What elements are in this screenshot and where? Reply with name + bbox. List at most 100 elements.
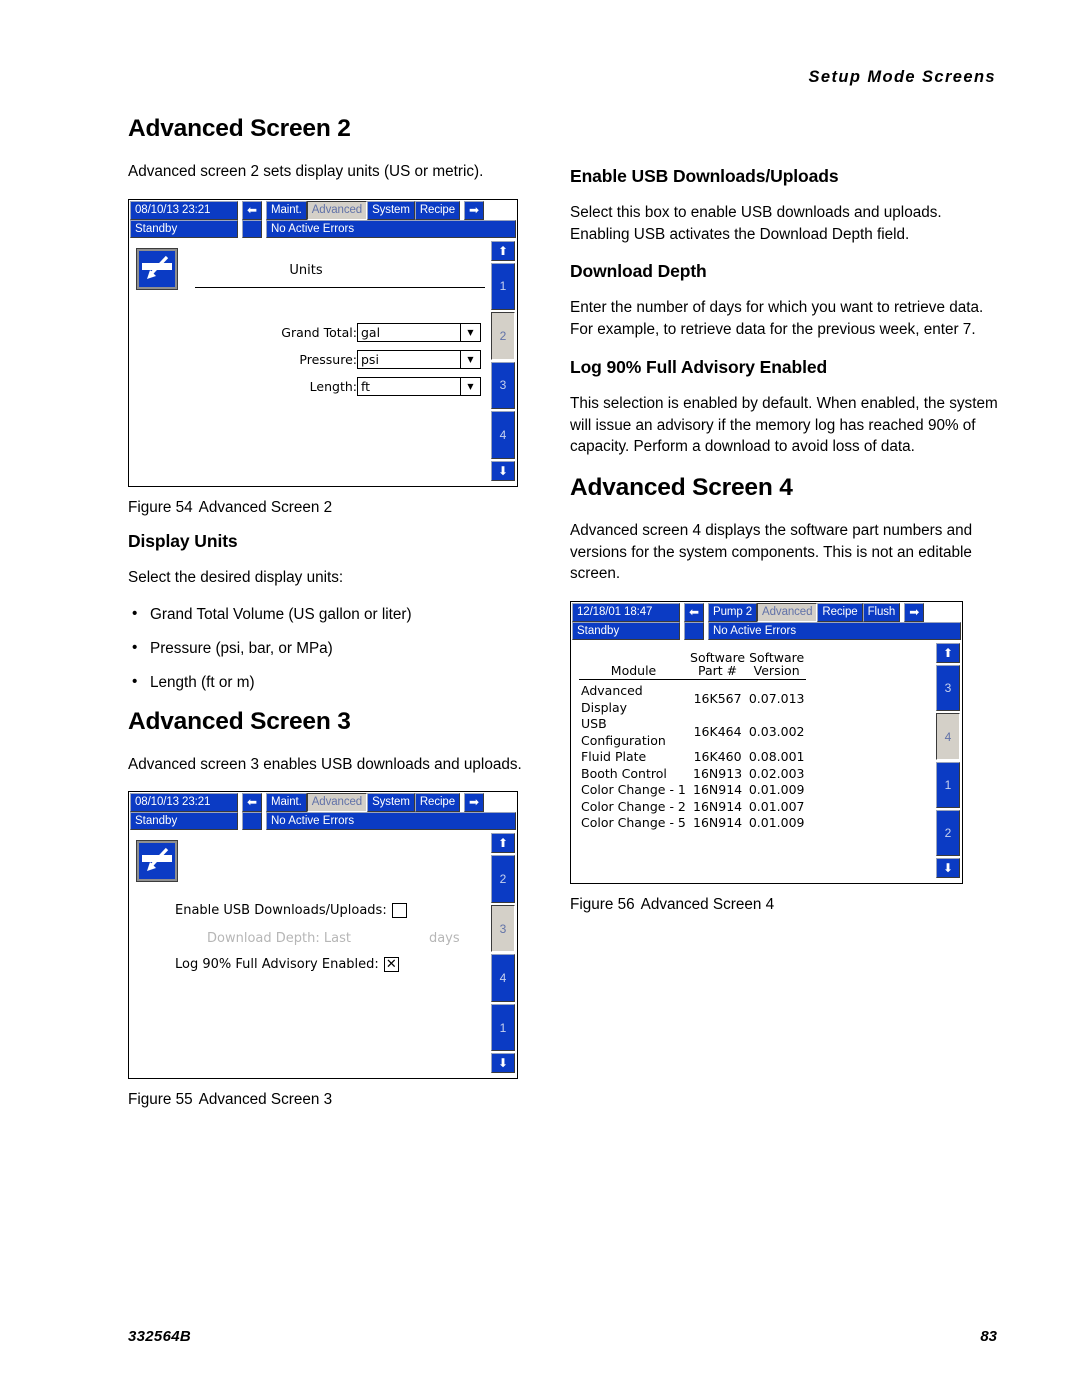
chevron-down-icon[interactable]: ▼	[460, 323, 480, 341]
tab-maint[interactable]: Maint.	[266, 200, 307, 220]
hmi-screen-advanced-3[interactable]: 08/10/13 23:21 ⬅ Maint. Advanced System …	[128, 791, 518, 1080]
cell-module: Color Change - 2	[581, 798, 686, 814]
figure-55-caption: Figure 55 Advanced Screen 3	[128, 1091, 548, 1109]
dropdown-grand-total[interactable]: gal ▼	[357, 322, 481, 342]
cell-version: 0.02.003	[748, 765, 805, 781]
edit-pencil-icon	[136, 840, 178, 883]
rail-page-1[interactable]: 1	[936, 761, 960, 808]
heading-advanced-screen-3: Advanced Screen 3	[128, 707, 351, 735]
hmi-body: Enable USB Downloads/Uploads: Download D…	[129, 831, 517, 1078]
left-arrow-icon[interactable]: ⬅	[684, 603, 704, 623]
hmi-canvas: Enable USB Downloads/Uploads: Download D…	[129, 831, 491, 1078]
chevron-down-icon[interactable]: ▼	[460, 350, 480, 368]
checkbox-log90[interactable]	[383, 957, 399, 973]
cell-part: 16N914	[693, 815, 743, 831]
row-enable-usb[interactable]: Enable USB Downloads/Uploads:	[175, 903, 407, 919]
figure-54-caption: Figure 54 Advanced Screen 2	[128, 499, 548, 517]
rail-page-2[interactable]: 2	[491, 855, 515, 903]
paragraph-intro-screen2: Advanced screen 2 sets display units (US…	[128, 163, 484, 180]
right-arrow-icon[interactable]: ➡	[464, 200, 485, 220]
cell-part: 16N913	[693, 765, 743, 781]
field-label-pressure: Pressure:	[299, 351, 357, 367]
footer-page-number: 83	[980, 1328, 997, 1345]
heading-log-90-full-advisory: Log 90% Full Advisory Enabled	[570, 356, 828, 377]
cell-part: 16N914	[693, 782, 743, 798]
rail-page-4[interactable]: 4	[491, 411, 515, 459]
tab-advanced[interactable]: Advanced	[306, 793, 368, 813]
rail-page-2[interactable]: 2	[936, 809, 960, 857]
cell-version: 0.07.013	[748, 691, 805, 707]
left-arrow-icon[interactable]: ⬅	[242, 200, 262, 220]
figure-54-number: Figure 54	[128, 498, 193, 516]
table-body: Advanced Display 16K567 0.07.013 USB Con…	[579, 680, 806, 832]
checkbox-enable-usb[interactable]	[391, 903, 407, 919]
rail-page-3[interactable]: 3	[491, 904, 515, 953]
units-download-depth: days	[428, 931, 460, 947]
paragraph-intro-screen4: Advanced screen 4 displays the software …	[570, 522, 973, 583]
tab-advanced[interactable]: Advanced	[306, 200, 368, 220]
field-label-length: Length:	[309, 378, 357, 394]
tab-flush[interactable]: Flush	[862, 603, 901, 623]
hmi-statusbar: Standby No Active Errors	[129, 219, 517, 239]
dropdown-pressure-value: psi	[361, 351, 379, 367]
chevron-down-icon[interactable]: ▼	[460, 377, 480, 395]
hmi-screen-advanced-4[interactable]: 12/18/01 18:47 ⬅ Pump 2 Advanced Recipe …	[570, 601, 963, 885]
cell-version: 0.01.007	[748, 798, 805, 814]
field-pressure[interactable]: Pressure: psi ▼	[299, 349, 481, 369]
tab-system[interactable]: System	[367, 200, 415, 220]
paragraph-intro-screen3: Advanced screen 3 enables USB downloads …	[128, 755, 522, 773]
field-length[interactable]: Length: ft ▼	[309, 376, 481, 396]
hmi-topbar: 08/10/13 23:21 ⬅ Maint. Advanced System …	[129, 199, 517, 220]
display-units-bullet-list: Grand Total Volume (US gallon or liter) …	[128, 603, 548, 694]
tab-pump-2[interactable]: Pump 2	[708, 603, 758, 623]
rail-page-1[interactable]: 1	[491, 262, 515, 311]
down-arrow-icon[interactable]: ⬇	[491, 460, 515, 481]
up-arrow-icon[interactable]: ⬆	[936, 643, 960, 664]
rail-page-3[interactable]: 3	[491, 361, 515, 410]
rail-page-1[interactable]: 1	[491, 1003, 515, 1052]
up-arrow-icon[interactable]: ⬆	[491, 240, 515, 261]
hmi-body: Module Software Part # Software Version	[571, 641, 962, 883]
list-item: Length (ft or m)	[128, 671, 548, 694]
figure-55-number: Figure 55	[128, 1091, 193, 1109]
tab-recipe[interactable]: Recipe	[414, 793, 461, 813]
paragraph-display-units-intro: Select the desired display units:	[128, 568, 344, 586]
rail-page-4[interactable]: 4	[936, 713, 960, 760]
field-grand-total[interactable]: Grand Total: gal ▼	[281, 322, 481, 342]
software-version-table: Module Software Part # Software Version	[579, 651, 807, 832]
dropdown-pressure[interactable]: psi ▼	[357, 349, 481, 369]
up-arrow-icon[interactable]: ⬆	[491, 833, 515, 854]
rail-page-4[interactable]: 4	[491, 954, 515, 1002]
tab-system[interactable]: System	[367, 793, 415, 813]
tab-recipe[interactable]: Recipe	[414, 200, 461, 220]
document-page: Setup Mode Screens Advanced Screen 2 Adv…	[0, 0, 1080, 1397]
hmi-topbar: 12/18/01 18:47 ⬅ Pump 2 Advanced Recipe …	[571, 602, 962, 623]
left-arrow-icon[interactable]: ⬅	[242, 793, 262, 813]
rail-page-2[interactable]: 2	[491, 312, 515, 360]
list-item: Pressure (psi, bar, or MPa)	[128, 637, 548, 660]
right-arrow-icon[interactable]: ➡	[904, 603, 925, 623]
cell-part: 16K464	[693, 724, 742, 740]
rail-page-3[interactable]: 3	[936, 665, 960, 712]
datetime-chip: 12/18/01 18:47	[572, 603, 680, 623]
tab-recipe[interactable]: Recipe	[817, 603, 863, 623]
down-arrow-icon[interactable]: ⬇	[936, 858, 960, 879]
hmi-statusbar: Standby No Active Errors	[571, 622, 962, 641]
figure-56-title: Advanced Screen 4	[640, 896, 775, 914]
cell-version: 0.03.002	[748, 724, 805, 740]
cell-module: Advanced Display	[581, 683, 643, 715]
hmi-screen-advanced-2[interactable]: 08/10/13 23:21 ⬅ Maint. Advanced System …	[128, 198, 518, 487]
right-arrow-icon[interactable]: ➡	[464, 793, 485, 813]
cell-part: 16N914	[693, 798, 743, 814]
table-row: Booth Control 16N913 0.02.003	[579, 766, 806, 783]
row-log90[interactable]: Log 90% Full Advisory Enabled:	[175, 957, 399, 973]
tab-advanced[interactable]: Advanced	[757, 603, 818, 623]
status-spacer-chip	[684, 622, 704, 641]
tab-maint[interactable]: Maint.	[266, 793, 307, 813]
down-arrow-icon[interactable]: ⬇	[491, 1053, 515, 1074]
cell-module: Booth Control	[581, 765, 667, 781]
table-row: USB Configuration 16K464 0.03.002	[579, 716, 806, 749]
field-label-grand-total: Grand Total:	[281, 324, 357, 340]
dropdown-length[interactable]: ft ▼	[357, 376, 481, 396]
table-row: Fluid Plate 16K460 0.08.001	[579, 749, 806, 766]
